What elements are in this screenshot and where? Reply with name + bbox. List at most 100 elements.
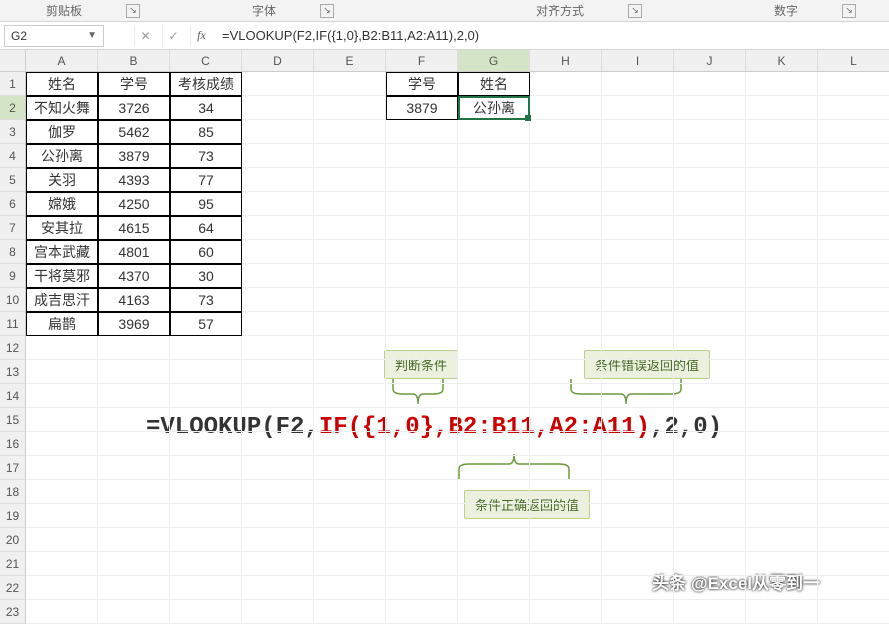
- column-header[interactable]: B: [98, 50, 170, 71]
- cell[interactable]: 3879: [386, 96, 458, 120]
- cell[interactable]: [242, 144, 314, 168]
- cell[interactable]: [746, 240, 818, 264]
- cell[interactable]: [170, 456, 242, 480]
- cell[interactable]: [530, 432, 602, 456]
- cell[interactable]: [602, 600, 674, 624]
- cell[interactable]: [314, 288, 386, 312]
- column-header[interactable]: L: [818, 50, 889, 71]
- cell[interactable]: [242, 360, 314, 384]
- column-header[interactable]: D: [242, 50, 314, 71]
- cell[interactable]: [314, 336, 386, 360]
- cell[interactable]: 4163: [98, 288, 170, 312]
- cell[interactable]: [458, 384, 530, 408]
- cell[interactable]: [314, 96, 386, 120]
- cell[interactable]: [314, 120, 386, 144]
- row-header[interactable]: 6: [0, 192, 26, 216]
- cell[interactable]: [746, 336, 818, 360]
- cell[interactable]: [530, 240, 602, 264]
- dialog-launcher-icon[interactable]: ↘: [320, 4, 334, 18]
- cell[interactable]: 95: [170, 192, 242, 216]
- cell[interactable]: [530, 72, 602, 96]
- cell[interactable]: [386, 240, 458, 264]
- cell[interactable]: [242, 408, 314, 432]
- column-header[interactable]: A: [26, 50, 98, 71]
- cell[interactable]: 30: [170, 264, 242, 288]
- cell[interactable]: 公孙离: [26, 144, 98, 168]
- cell[interactable]: [818, 432, 889, 456]
- dialog-launcher-icon[interactable]: ↘: [126, 4, 140, 18]
- cell[interactable]: [602, 120, 674, 144]
- cell[interactable]: 5462: [98, 120, 170, 144]
- row-header[interactable]: 10: [0, 288, 26, 312]
- cell[interactable]: [242, 456, 314, 480]
- cell[interactable]: [674, 504, 746, 528]
- cell[interactable]: [386, 288, 458, 312]
- cell[interactable]: [746, 480, 818, 504]
- cell[interactable]: [674, 528, 746, 552]
- column-header[interactable]: F: [386, 50, 458, 71]
- column-header[interactable]: G: [458, 50, 530, 71]
- cell[interactable]: [746, 408, 818, 432]
- formula-input[interactable]: =VLOOKUP(F2,IF({1,0},B2:B11,A2:A11),2,0): [218, 25, 889, 47]
- cell[interactable]: [458, 480, 530, 504]
- cell[interactable]: [746, 528, 818, 552]
- fill-handle[interactable]: [525, 115, 531, 121]
- cell[interactable]: [242, 240, 314, 264]
- cell[interactable]: [314, 192, 386, 216]
- cell[interactable]: [674, 360, 746, 384]
- cell[interactable]: [602, 96, 674, 120]
- cell[interactable]: [746, 144, 818, 168]
- cell[interactable]: [458, 120, 530, 144]
- cell[interactable]: [530, 144, 602, 168]
- cell[interactable]: [818, 216, 889, 240]
- cell[interactable]: [386, 600, 458, 624]
- cell[interactable]: 3726: [98, 96, 170, 120]
- cell[interactable]: [674, 432, 746, 456]
- row-header[interactable]: 14: [0, 384, 26, 408]
- cell[interactable]: [170, 552, 242, 576]
- cell[interactable]: [530, 528, 602, 552]
- cell[interactable]: [458, 312, 530, 336]
- row-header[interactable]: 22: [0, 576, 26, 600]
- cell[interactable]: [314, 216, 386, 240]
- cell[interactable]: 73: [170, 144, 242, 168]
- row-header[interactable]: 23: [0, 600, 26, 624]
- cell[interactable]: [530, 192, 602, 216]
- cancel-formula-icon[interactable]: ✕: [134, 25, 156, 47]
- cell[interactable]: [818, 384, 889, 408]
- cell[interactable]: [26, 456, 98, 480]
- cell[interactable]: [242, 432, 314, 456]
- cell[interactable]: 扁鹊: [26, 312, 98, 336]
- cell[interactable]: 宫本武藏: [26, 240, 98, 264]
- cell[interactable]: [746, 288, 818, 312]
- cell[interactable]: [458, 240, 530, 264]
- cell[interactable]: [242, 336, 314, 360]
- cell[interactable]: [386, 432, 458, 456]
- cell[interactable]: [530, 336, 602, 360]
- cell[interactable]: [386, 144, 458, 168]
- cell[interactable]: [746, 192, 818, 216]
- cell[interactable]: [242, 528, 314, 552]
- cell[interactable]: [242, 192, 314, 216]
- cell[interactable]: [602, 168, 674, 192]
- cell-area[interactable]: =VLOOKUP(F2,IF({1,0},B2:B11,A2:A11),2,0)…: [26, 72, 889, 624]
- cell[interactable]: [530, 480, 602, 504]
- row-header[interactable]: 3: [0, 120, 26, 144]
- cell[interactable]: [242, 600, 314, 624]
- cell[interactable]: 姓名: [458, 72, 530, 96]
- cell[interactable]: [674, 552, 746, 576]
- cell[interactable]: 嫦娥: [26, 192, 98, 216]
- cell[interactable]: [602, 504, 674, 528]
- cell[interactable]: [26, 336, 98, 360]
- cell[interactable]: [458, 408, 530, 432]
- row-header[interactable]: 19: [0, 504, 26, 528]
- cell[interactable]: [674, 336, 746, 360]
- row-header[interactable]: 18: [0, 480, 26, 504]
- cell[interactable]: 77: [170, 168, 242, 192]
- cell[interactable]: [386, 384, 458, 408]
- cell[interactable]: [530, 168, 602, 192]
- cell[interactable]: 公孙离: [458, 96, 530, 120]
- cell[interactable]: [746, 432, 818, 456]
- cell[interactable]: [314, 504, 386, 528]
- cell[interactable]: [530, 120, 602, 144]
